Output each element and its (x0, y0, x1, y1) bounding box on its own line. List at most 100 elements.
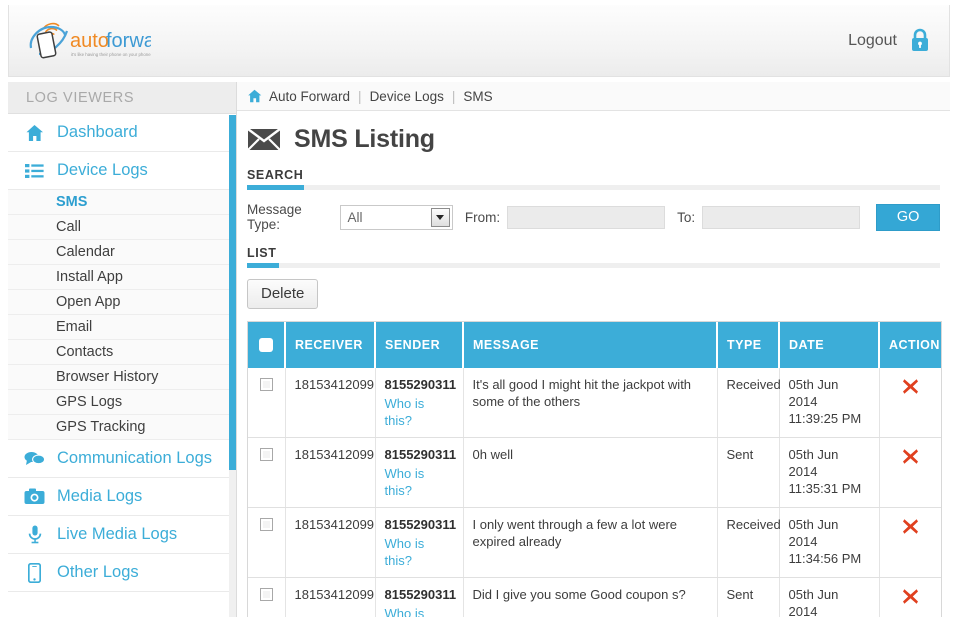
cell-receiver: 18153412099 (285, 508, 375, 578)
breadcrumb-separator: | (451, 89, 457, 104)
row-checkbox[interactable] (260, 518, 273, 531)
breadcrumb-separator: | (357, 89, 363, 104)
column-header-type[interactable]: TYPE (717, 322, 779, 368)
delete-x-icon[interactable] (902, 588, 919, 605)
date-value: 05th Jun 2014 (789, 446, 870, 480)
cell-action[interactable] (879, 368, 941, 438)
brand-logo[interactable]: auto forward it's like having their phon… (23, 18, 151, 64)
column-header-receiver[interactable]: RECEIVER (285, 322, 375, 368)
main-panel: Auto Forward | Device Logs | SMS SMS Lis… (237, 82, 950, 617)
svg-text:auto: auto (70, 30, 109, 52)
sidebar-item-communication-logs[interactable]: Communication Logs (8, 440, 236, 478)
column-header-action[interactable]: ACTION (879, 322, 941, 368)
logout-label[interactable]: Logout (848, 32, 897, 50)
row-checkbox[interactable] (260, 448, 273, 461)
logout-area[interactable]: Logout (848, 28, 931, 53)
cell-type: Sent (717, 438, 779, 508)
row-select-cell[interactable] (248, 368, 285, 438)
sidebar-item-media-logs[interactable]: Media Logs (8, 478, 236, 516)
chevron-down-icon[interactable] (431, 208, 450, 227)
home-icon (247, 89, 262, 103)
sidebar-item-dashboard[interactable]: Dashboard (8, 114, 236, 152)
date-value: 05th Jun 2014 (789, 586, 870, 617)
who-is-this-link[interactable]: Who is this? (385, 535, 454, 569)
column-header-message[interactable]: MESSAGE (463, 322, 717, 368)
sidebar-subitem-label: SMS (56, 194, 87, 210)
cell-sender: 8155290311 Who is this? (375, 368, 463, 438)
breadcrumb-item-device-logs[interactable]: Device Logs (370, 89, 444, 104)
delete-x-icon[interactable] (902, 378, 919, 395)
row-checkbox[interactable] (260, 378, 273, 391)
search-section-label: SEARCH (247, 168, 940, 182)
select-all-header[interactable] (248, 322, 285, 368)
sidebar-item-label: Device Logs (57, 161, 148, 180)
chat-icon (24, 451, 45, 466)
row-select-cell[interactable] (248, 508, 285, 578)
sidebar: LOG VIEWERS Dashboard Device Logs (8, 82, 237, 617)
cell-message: It's all good I might hit the jackpot wi… (463, 368, 717, 438)
column-header-date[interactable]: DATE (779, 322, 879, 368)
sidebar-subitem-gps-tracking[interactable]: GPS Tracking (8, 415, 236, 440)
cell-message: I only went through a few a lot were exp… (463, 508, 717, 578)
row-checkbox[interactable] (260, 588, 273, 601)
sender-number: 8155290311 (385, 586, 454, 603)
delete-x-icon[interactable] (902, 448, 919, 465)
row-select-cell[interactable] (248, 438, 285, 508)
from-date-input[interactable] (507, 206, 665, 229)
column-header-sender[interactable]: SENDER (375, 322, 463, 368)
envelope-icon (247, 127, 281, 152)
cell-message: 0h well (463, 438, 717, 508)
who-is-this-link[interactable]: Who is this? (385, 605, 454, 617)
sms-table-container: RECEIVER SENDER MESSAGE TYPE DATE ACTION… (247, 321, 942, 617)
svg-text:forward: forward (106, 30, 151, 52)
sidebar-subitem-install-app[interactable]: Install App (8, 265, 236, 290)
sidebar-heading: LOG VIEWERS (8, 82, 236, 114)
cell-type: Received (717, 368, 779, 438)
sidebar-subitem-label: GPS Tracking (56, 419, 145, 435)
sms-listing-page: auto forward it's like having their phon… (0, 0, 958, 621)
sidebar-subitem-contacts[interactable]: Contacts (8, 340, 236, 365)
lock-icon[interactable] (909, 28, 931, 53)
sidebar-subitem-gps-logs[interactable]: GPS Logs (8, 390, 236, 415)
cell-action[interactable] (879, 508, 941, 578)
page-title-text: SMS Listing (294, 125, 435, 154)
cell-action[interactable] (879, 578, 941, 618)
search-go-button[interactable]: GO (876, 204, 940, 231)
who-is-this-link[interactable]: Who is this? (385, 465, 454, 499)
table-row: 18153412099 8155290311 Who is this? I on… (248, 508, 941, 578)
sidebar-subitem-browser-history[interactable]: Browser History (8, 365, 236, 390)
camera-icon (24, 488, 45, 505)
breadcrumb-item-auto-forward[interactable]: Auto Forward (269, 89, 350, 104)
sidebar-subitem-calendar[interactable]: Calendar (8, 240, 236, 265)
cell-message: Did I give you some Good coupon s? (463, 578, 717, 618)
select-all-checkbox[interactable] (259, 338, 273, 352)
who-is-this-link[interactable]: Who is this? (385, 395, 454, 429)
sidebar-subitem-label: Calendar (56, 244, 115, 260)
sidebar-item-label: Live Media Logs (57, 525, 177, 544)
sidebar-item-live-media-logs[interactable]: Live Media Logs (8, 516, 236, 554)
delete-button[interactable]: Delete (247, 279, 318, 309)
to-date-input[interactable] (702, 206, 860, 229)
cell-date: 05th Jun 2014 11:34:06 PM (779, 578, 879, 618)
row-select-cell[interactable] (248, 578, 285, 618)
sidebar-subitem-sms[interactable]: SMS (8, 190, 236, 215)
message-type-label: Message Type: (247, 202, 340, 232)
sidebar-subitem-call[interactable]: Call (8, 215, 236, 240)
sidebar-subitem-email[interactable]: Email (8, 315, 236, 340)
sidebar-subitem-label: Browser History (56, 369, 158, 385)
breadcrumb-item-sms[interactable]: SMS (463, 89, 492, 104)
table-row: 18153412099 8155290311 Who is this? It's… (248, 368, 941, 438)
cell-action[interactable] (879, 438, 941, 508)
sidebar-item-label: Communication Logs (57, 449, 212, 468)
sidebar-item-device-logs[interactable]: Device Logs (8, 152, 236, 190)
sidebar-subitem-open-app[interactable]: Open App (8, 290, 236, 315)
delete-x-icon[interactable] (902, 518, 919, 535)
table-row: 18153412099 8155290311 Who is this? Did … (248, 578, 941, 618)
cell-sender: 8155290311 Who is this? (375, 438, 463, 508)
sidebar-scrollbar-thumb[interactable] (229, 115, 236, 470)
message-type-select[interactable]: All (340, 205, 452, 230)
sidebar-item-other-logs[interactable]: Other Logs (8, 554, 236, 592)
sidebar-subitem-label: Email (56, 319, 92, 335)
cell-receiver: 18153412099 (285, 438, 375, 508)
cell-sender: 8155290311 Who is this? (375, 578, 463, 618)
